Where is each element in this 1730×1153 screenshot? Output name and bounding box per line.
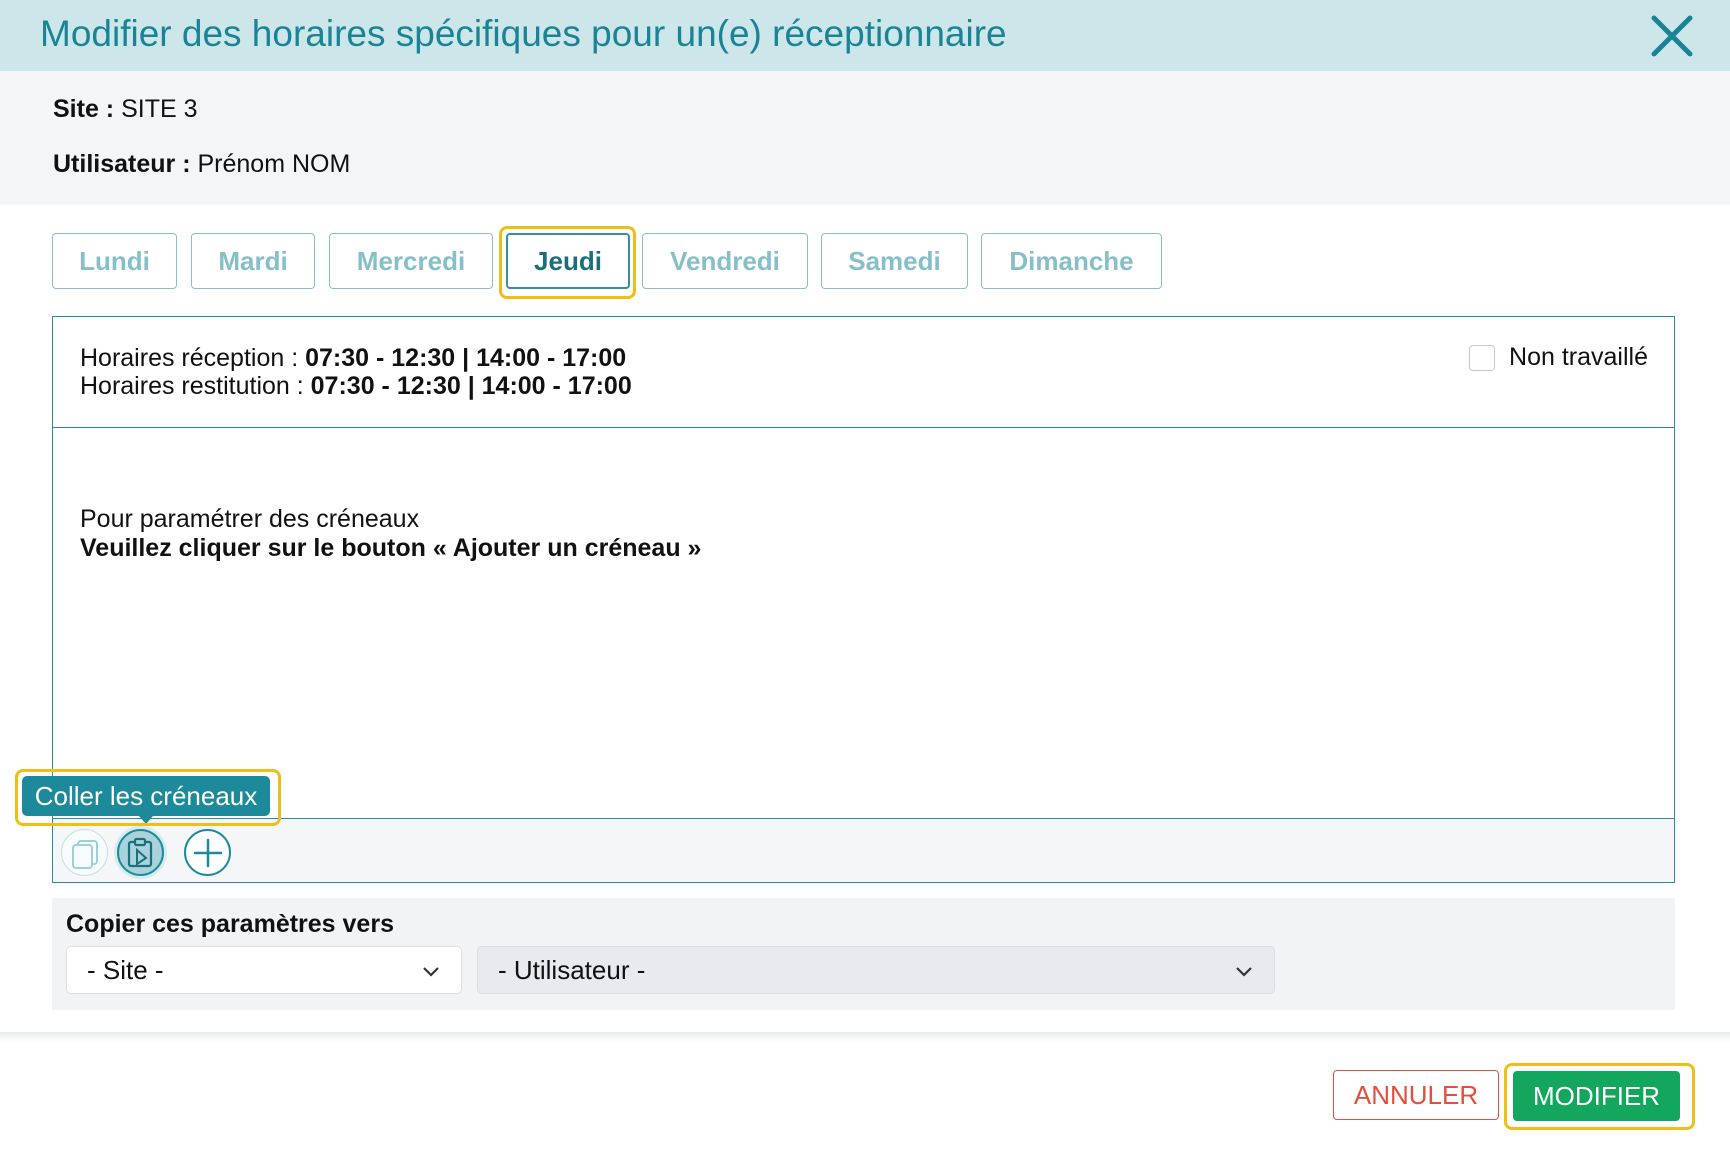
user-value: Prénom NOM [197, 150, 351, 178]
slot-toolbar [53, 818, 1674, 882]
reception-hours: Horaires réception : 07:30 - 12:30 | 14:… [80, 344, 626, 373]
non-travaille-label: Non travaillé [1509, 343, 1648, 371]
paste-tooltip: Coller les créneaux [22, 776, 270, 816]
tab-jeudi[interactable]: Jeudi [506, 233, 630, 289]
site-select-value: - Site - [87, 954, 164, 985]
chevron-down-icon [1236, 967, 1252, 977]
user-info: Utilisateur : Prénom NOM [53, 150, 350, 179]
tab-samedi[interactable]: Samedi [821, 233, 968, 289]
non-travaille-checkbox[interactable] [1469, 344, 1496, 371]
tab-mardi[interactable]: Mardi [191, 233, 315, 289]
user-select-value: - Utilisateur - [498, 954, 646, 985]
restitution-hours: Horaires restitution : 07:30 - 12:30 | 1… [80, 372, 632, 401]
tab-mercredi[interactable]: Mercredi [329, 233, 493, 289]
dialog-title: Modifier des horaires spécifiques pour u… [40, 13, 1007, 54]
copy-icon[interactable] [61, 829, 108, 876]
non-travaille-toggle[interactable]: Non travaillé [1469, 343, 1648, 372]
plus-icon[interactable] [184, 829, 231, 876]
empty-state-line1: Pour paramétrer des créneaux [80, 505, 420, 533]
tab-dimanche[interactable]: Dimanche [981, 233, 1162, 289]
site-select[interactable]: - Site - [66, 946, 462, 994]
tooltip-arrow [139, 816, 153, 824]
copy-settings-label: Copier ces paramètres vers [66, 910, 394, 938]
tab-vendredi[interactable]: Vendredi [642, 233, 808, 289]
hours-summary: Horaires réception : 07:30 - 12:30 | 14:… [53, 317, 1674, 428]
info-section: Site : SITE 3 Utilisateur : Prénom NOM [0, 71, 1730, 205]
reception-label: Horaires réception : [80, 344, 299, 372]
user-label: Utilisateur : [53, 150, 191, 178]
slots-panel: Horaires réception : 07:30 - 12:30 | 14:… [52, 316, 1675, 883]
site-info: Site : SITE 3 [53, 95, 198, 124]
tab-lundi[interactable]: Lundi [52, 233, 177, 289]
copy-settings-section: Copier ces paramètres vers - Site - - Ut… [52, 898, 1675, 1010]
empty-state: Pour paramétrer des créneaux Veuillez cl… [80, 505, 701, 563]
footer-divider [0, 1032, 1730, 1042]
close-icon[interactable] [1650, 14, 1694, 58]
restitution-label: Horaires restitution : [80, 372, 304, 400]
site-value: SITE 3 [121, 95, 198, 123]
user-select[interactable]: - Utilisateur - [477, 946, 1275, 994]
submit-button[interactable]: MODIFIER [1513, 1071, 1680, 1121]
site-label: Site : [53, 95, 115, 123]
reception-value: 07:30 - 12:30 | 14:00 - 17:00 [305, 344, 627, 372]
cancel-button[interactable]: ANNULER [1333, 1070, 1499, 1120]
empty-state-line2: Veuillez cliquer sur le bouton « Ajouter… [80, 534, 702, 562]
restitution-value: 07:30 - 12:30 | 14:00 - 17:00 [310, 372, 632, 400]
paste-icon[interactable] [117, 829, 164, 876]
chevron-down-icon [423, 967, 439, 977]
dialog-header: Modifier des horaires spécifiques pour u… [0, 0, 1730, 71]
